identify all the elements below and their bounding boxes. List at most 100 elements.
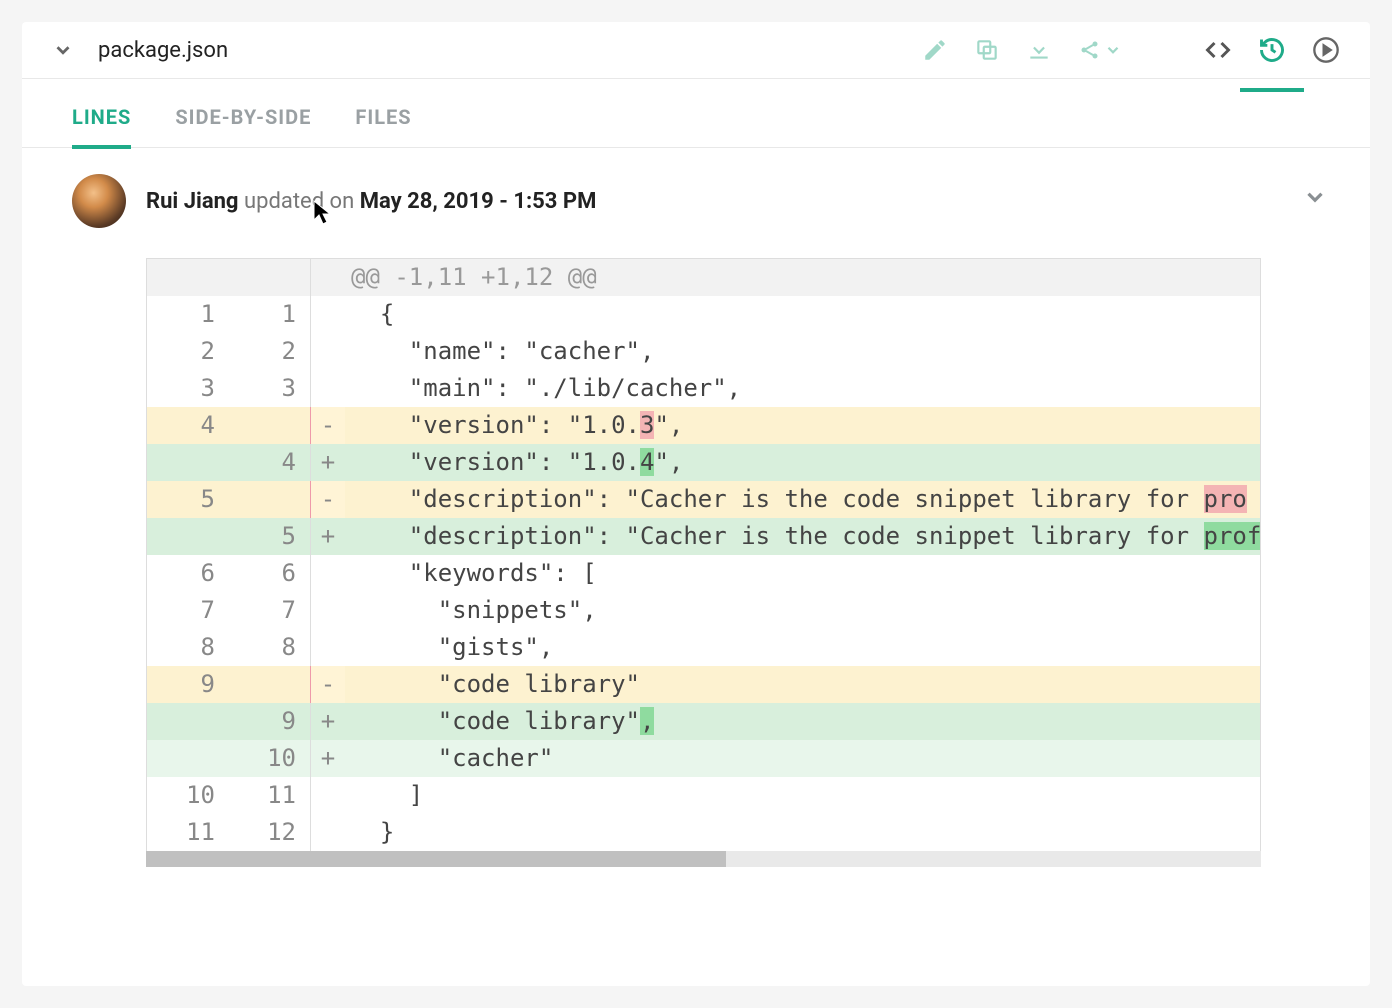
avatar	[72, 174, 126, 228]
diff-code: "code library",	[345, 703, 1260, 740]
diff-sign	[311, 259, 345, 296]
diff-sign: +	[311, 703, 345, 740]
diff-row: 33 "main": "./lib/cacher",	[147, 370, 1260, 407]
tab-files[interactable]: FILES	[355, 79, 411, 147]
diff-code: ]	[345, 777, 1260, 814]
diff-row: 5- "description": "Cacher is the code sn…	[147, 481, 1260, 518]
commit-author: Rui Jiang	[146, 189, 239, 214]
old-line-number: 5	[147, 481, 229, 518]
collapse-icon[interactable]	[52, 39, 74, 61]
history-icon[interactable]	[1258, 36, 1286, 64]
diff-code: {	[345, 296, 1260, 333]
old-line-number	[147, 259, 229, 296]
diff-row: 1112 }	[147, 814, 1260, 851]
diff-view: @@ -1,11 +1,12 @@11 {22 "name": "cacher"…	[146, 258, 1261, 851]
diff-sign: +	[311, 740, 345, 777]
diff-sign: -	[311, 407, 345, 444]
diff-row: @@ -1,11 +1,12 @@	[147, 259, 1260, 296]
diff-sign	[311, 629, 345, 666]
new-line-number: 1	[229, 296, 311, 333]
old-line-number: 7	[147, 592, 229, 629]
diff-code: "gists",	[345, 629, 1260, 666]
diff-row: 9+ "code library",	[147, 703, 1260, 740]
new-line-number: 10	[229, 740, 311, 777]
copy-icon[interactable]	[974, 37, 1000, 63]
diff-code: "description": "Cacher is the code snipp…	[345, 481, 1260, 518]
new-line-number: 3	[229, 370, 311, 407]
play-icon[interactable]	[1312, 36, 1340, 64]
new-line-number: 4	[229, 444, 311, 481]
new-line-number	[229, 481, 311, 518]
new-line-number: 7	[229, 592, 311, 629]
file-header: package.json	[22, 22, 1370, 79]
new-line-number: 8	[229, 629, 311, 666]
old-line-number: 10	[147, 777, 229, 814]
old-line-number: 11	[147, 814, 229, 851]
diff-code: "snippets",	[345, 592, 1260, 629]
diff-row: 66 "keywords": [	[147, 555, 1260, 592]
diff-row: 4 - "version": "1.0.3",	[147, 407, 1260, 444]
header-actions	[922, 36, 1340, 64]
diff-row: 88 "gists",	[147, 629, 1260, 666]
old-line-number: 6	[147, 555, 229, 592]
old-line-number: 3	[147, 370, 229, 407]
diff-row: 77 "snippets",	[147, 592, 1260, 629]
diff-sign	[311, 592, 345, 629]
old-line-number: 2	[147, 333, 229, 370]
old-line-number: 1	[147, 296, 229, 333]
commit-header: Rui Jiang updated on May 28, 2019 - 1:53…	[22, 148, 1370, 248]
commit-action: updated on	[244, 189, 360, 214]
diff-code: "name": "cacher",	[345, 333, 1260, 370]
commit-text: Rui Jiang updated on May 28, 2019 - 1:53…	[146, 189, 596, 214]
new-line-number: 2	[229, 333, 311, 370]
new-line-number: 9	[229, 703, 311, 740]
tab-lines[interactable]: LINES	[72, 79, 131, 147]
diff-code: "cacher"	[345, 740, 1260, 777]
diff-code: "version": "1.0.3",	[345, 407, 1260, 444]
expand-commit-icon[interactable]	[1302, 184, 1328, 214]
app-container: package.json	[22, 22, 1370, 986]
diff-row: 22 "name": "cacher",	[147, 333, 1260, 370]
diff-sign	[311, 333, 345, 370]
diff-code: @@ -1,11 +1,12 @@	[345, 259, 1260, 296]
diff-row: 5+ "description": "Cacher is the code sn…	[147, 518, 1260, 555]
diff-row: 9- "code library"	[147, 666, 1260, 703]
new-line-number: 12	[229, 814, 311, 851]
scrollbar-thumb[interactable]	[146, 851, 726, 867]
new-line-number: 5	[229, 518, 311, 555]
diff-tabs: LINES SIDE-BY-SIDE FILES	[22, 79, 1370, 148]
diff-sign	[311, 370, 345, 407]
old-line-number: 8	[147, 629, 229, 666]
diff-row: 1011 ]	[147, 777, 1260, 814]
new-line-number	[229, 666, 311, 703]
diff-code: }	[345, 814, 1260, 851]
share-button[interactable]	[1078, 38, 1122, 62]
horizontal-scrollbar[interactable]	[146, 851, 1261, 867]
commit-date: May 28, 2019 - 1:53 PM	[360, 189, 597, 214]
file-title: package.json	[98, 38, 228, 63]
diff-code: "code library"	[345, 666, 1260, 703]
diff-code: "version": "1.0.4",	[345, 444, 1260, 481]
new-line-number: 6	[229, 555, 311, 592]
diff-container: @@ -1,11 +1,12 @@11 {22 "name": "cacher"…	[22, 248, 1370, 867]
diff-code: "keywords": [	[345, 555, 1260, 592]
diff-row: 4+ "version": "1.0.4",	[147, 444, 1260, 481]
code-icon[interactable]	[1204, 36, 1232, 64]
old-line-number	[147, 740, 229, 777]
new-line-number	[229, 259, 311, 296]
diff-sign	[311, 777, 345, 814]
old-line-number	[147, 518, 229, 555]
tab-side-by-side[interactable]: SIDE-BY-SIDE	[175, 79, 311, 147]
chevron-down-icon	[1104, 41, 1122, 59]
diff-sign	[311, 555, 345, 592]
old-line-number: 4	[147, 407, 229, 444]
new-line-number: 11	[229, 777, 311, 814]
diff-sign: +	[311, 518, 345, 555]
old-line-number	[147, 444, 229, 481]
download-icon[interactable]	[1026, 37, 1052, 63]
diff-code: "main": "./lib/cacher",	[345, 370, 1260, 407]
diff-row: 11 {	[147, 296, 1260, 333]
diff-code: "description": "Cacher is the code snipp…	[345, 518, 1260, 555]
diff-sign: +	[311, 444, 345, 481]
edit-icon[interactable]	[922, 37, 948, 63]
